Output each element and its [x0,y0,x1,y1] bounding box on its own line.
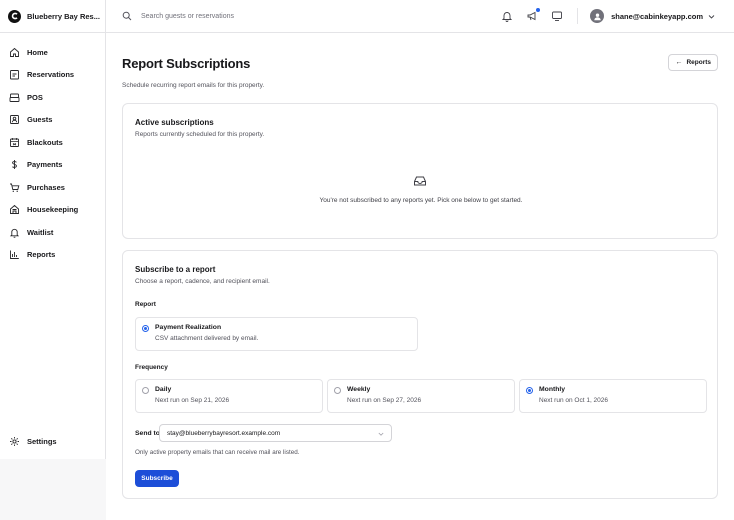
sidebar-item-label: Home [27,47,48,57]
dollar-icon [8,159,20,171]
divider [577,8,579,24]
card-description: Reports currently scheduled for this pro… [135,131,265,138]
recipient-email-select[interactable]: stay@blueberrybayresort.example.com [159,424,392,442]
frequency-label: Frequency [135,364,168,371]
main-content: Report Subscriptions Schedule recurring … [106,33,734,520]
sidebar-item-label: Housekeeping [27,205,79,215]
back-to-reports-label: Reports [686,59,711,66]
sidebar-item-blackouts[interactable]: Blackouts [0,131,105,154]
sidebar-item-home[interactable]: Home [0,41,105,64]
megaphone-icon[interactable] [526,8,541,22]
frequency-option-monthly[interactable]: Monthly Next run on Oct 1, 2026 [519,379,707,413]
option-subtitle: Next run on Oct 1, 2026 [539,397,609,404]
sidebar-item-label: Purchases [27,182,65,192]
card-title: Subscribe to a report [135,265,216,274]
top-actions: shane@cabinkeyapp.com [488,8,734,24]
inbox-icon [414,176,426,186]
search-icon [122,11,132,21]
top-bar: Blueberry Bay Res... Search guests or re… [0,0,734,33]
brand[interactable]: Blueberry Bay Res... [0,0,106,33]
monitor-icon[interactable] [551,10,563,22]
clipboard-icon [8,69,20,81]
sidebar-item-payments[interactable]: Payments [0,154,105,177]
help-text: Only active property emails that can rec… [135,449,300,456]
sidebar-item-pos[interactable]: POS [0,86,105,109]
frequency-option-weekly[interactable]: Weekly Next run on Sep 27, 2026 [327,379,515,413]
chevron-down-icon [378,432,384,436]
chevron-down-icon[interactable] [707,12,716,21]
sidebar: Home Reservations POS Guests Blackouts P… [0,33,106,459]
sidebar-item-label: Payments [27,160,63,170]
card-description: Choose a report, cadence, and recipient … [135,278,270,285]
active-subscriptions-card: Active subscriptions Reports currently s… [122,103,718,239]
sidebar-item-label: Reports [27,250,56,260]
option-title: Monthly [539,386,566,393]
card-title: Active subscriptions [135,118,214,127]
option-title: Weekly [347,386,371,393]
avatar[interactable] [590,9,605,23]
page-subtitle: Schedule recurring report emails for thi… [122,82,265,89]
sidebar-item-guests[interactable]: Guests [0,109,105,132]
option-subtitle: Next run on Sep 27, 2026 [347,397,422,404]
sidebar-item-label: Guests [27,115,53,125]
report-option-payment-realization[interactable]: Payment Realization CSV attachment deliv… [135,317,418,351]
option-subtitle: Next run on Sep 21, 2026 [155,397,230,404]
id-card-icon [8,114,20,126]
sidebar-item-reservations[interactable]: Reservations [0,64,105,87]
bell-icon [8,226,20,238]
option-subtitle: CSV attachment delivered by email. [155,335,259,342]
search-bar[interactable]: Search guests or reservations [122,11,442,21]
bell-icon[interactable] [501,10,513,22]
radio-unselected[interactable] [334,387,341,394]
sidebar-item-reports[interactable]: Reports [0,244,105,267]
subscribe-button[interactable]: Subscribe [135,470,179,487]
sidebar-item-label: POS [27,92,43,102]
sidebar-item-label: Waitlist [27,227,54,237]
sidebar-item-settings[interactable]: Settings [0,430,57,453]
search-input[interactable]: Search guests or reservations [141,13,234,20]
sidebar-item-label: Settings [27,436,57,446]
sidebar-item-purchases[interactable]: Purchases [0,176,105,199]
building-icon [8,204,20,216]
radio-unselected[interactable] [142,387,149,394]
register-icon [8,91,20,103]
sidebar-item-waitlist[interactable]: Waitlist [0,221,105,244]
user-email[interactable]: shane@cabinkeyapp.com [611,12,703,21]
option-title: Daily [155,386,172,393]
sidebar-item-housekeeping[interactable]: Housekeeping [0,199,105,222]
notification-dot [536,8,541,12]
frequency-option-daily[interactable]: Daily Next run on Sep 21, 2026 [135,379,323,413]
arrow-left-icon: ← [675,59,683,66]
gear-icon [8,435,20,447]
option-title: Payment Realization [155,324,222,331]
calendar-icon [8,136,20,148]
radio-selected[interactable] [142,325,149,332]
radio-selected[interactable] [526,387,533,394]
send-to-label: Send to [135,430,160,437]
sidebar-item-label: Blackouts [27,137,63,147]
sidebar-item-label: Reservations [27,70,75,80]
page-title: Report Subscriptions [122,56,251,71]
bar-chart-icon [8,249,20,261]
brand-name: Blueberry Bay Res... [27,11,100,21]
cart-icon [8,181,20,193]
report-label: Report [135,301,156,308]
brand-logo-icon [8,9,21,23]
email-select-value: stay@blueberrybayresort.example.com [167,430,281,437]
subscribe-card: Subscribe to a report Choose a report, c… [122,250,718,499]
home-icon [8,46,20,58]
back-to-reports-button[interactable]: ← Reports [668,54,718,71]
empty-state-text: You're not subscribed to any reports yet… [319,197,523,204]
